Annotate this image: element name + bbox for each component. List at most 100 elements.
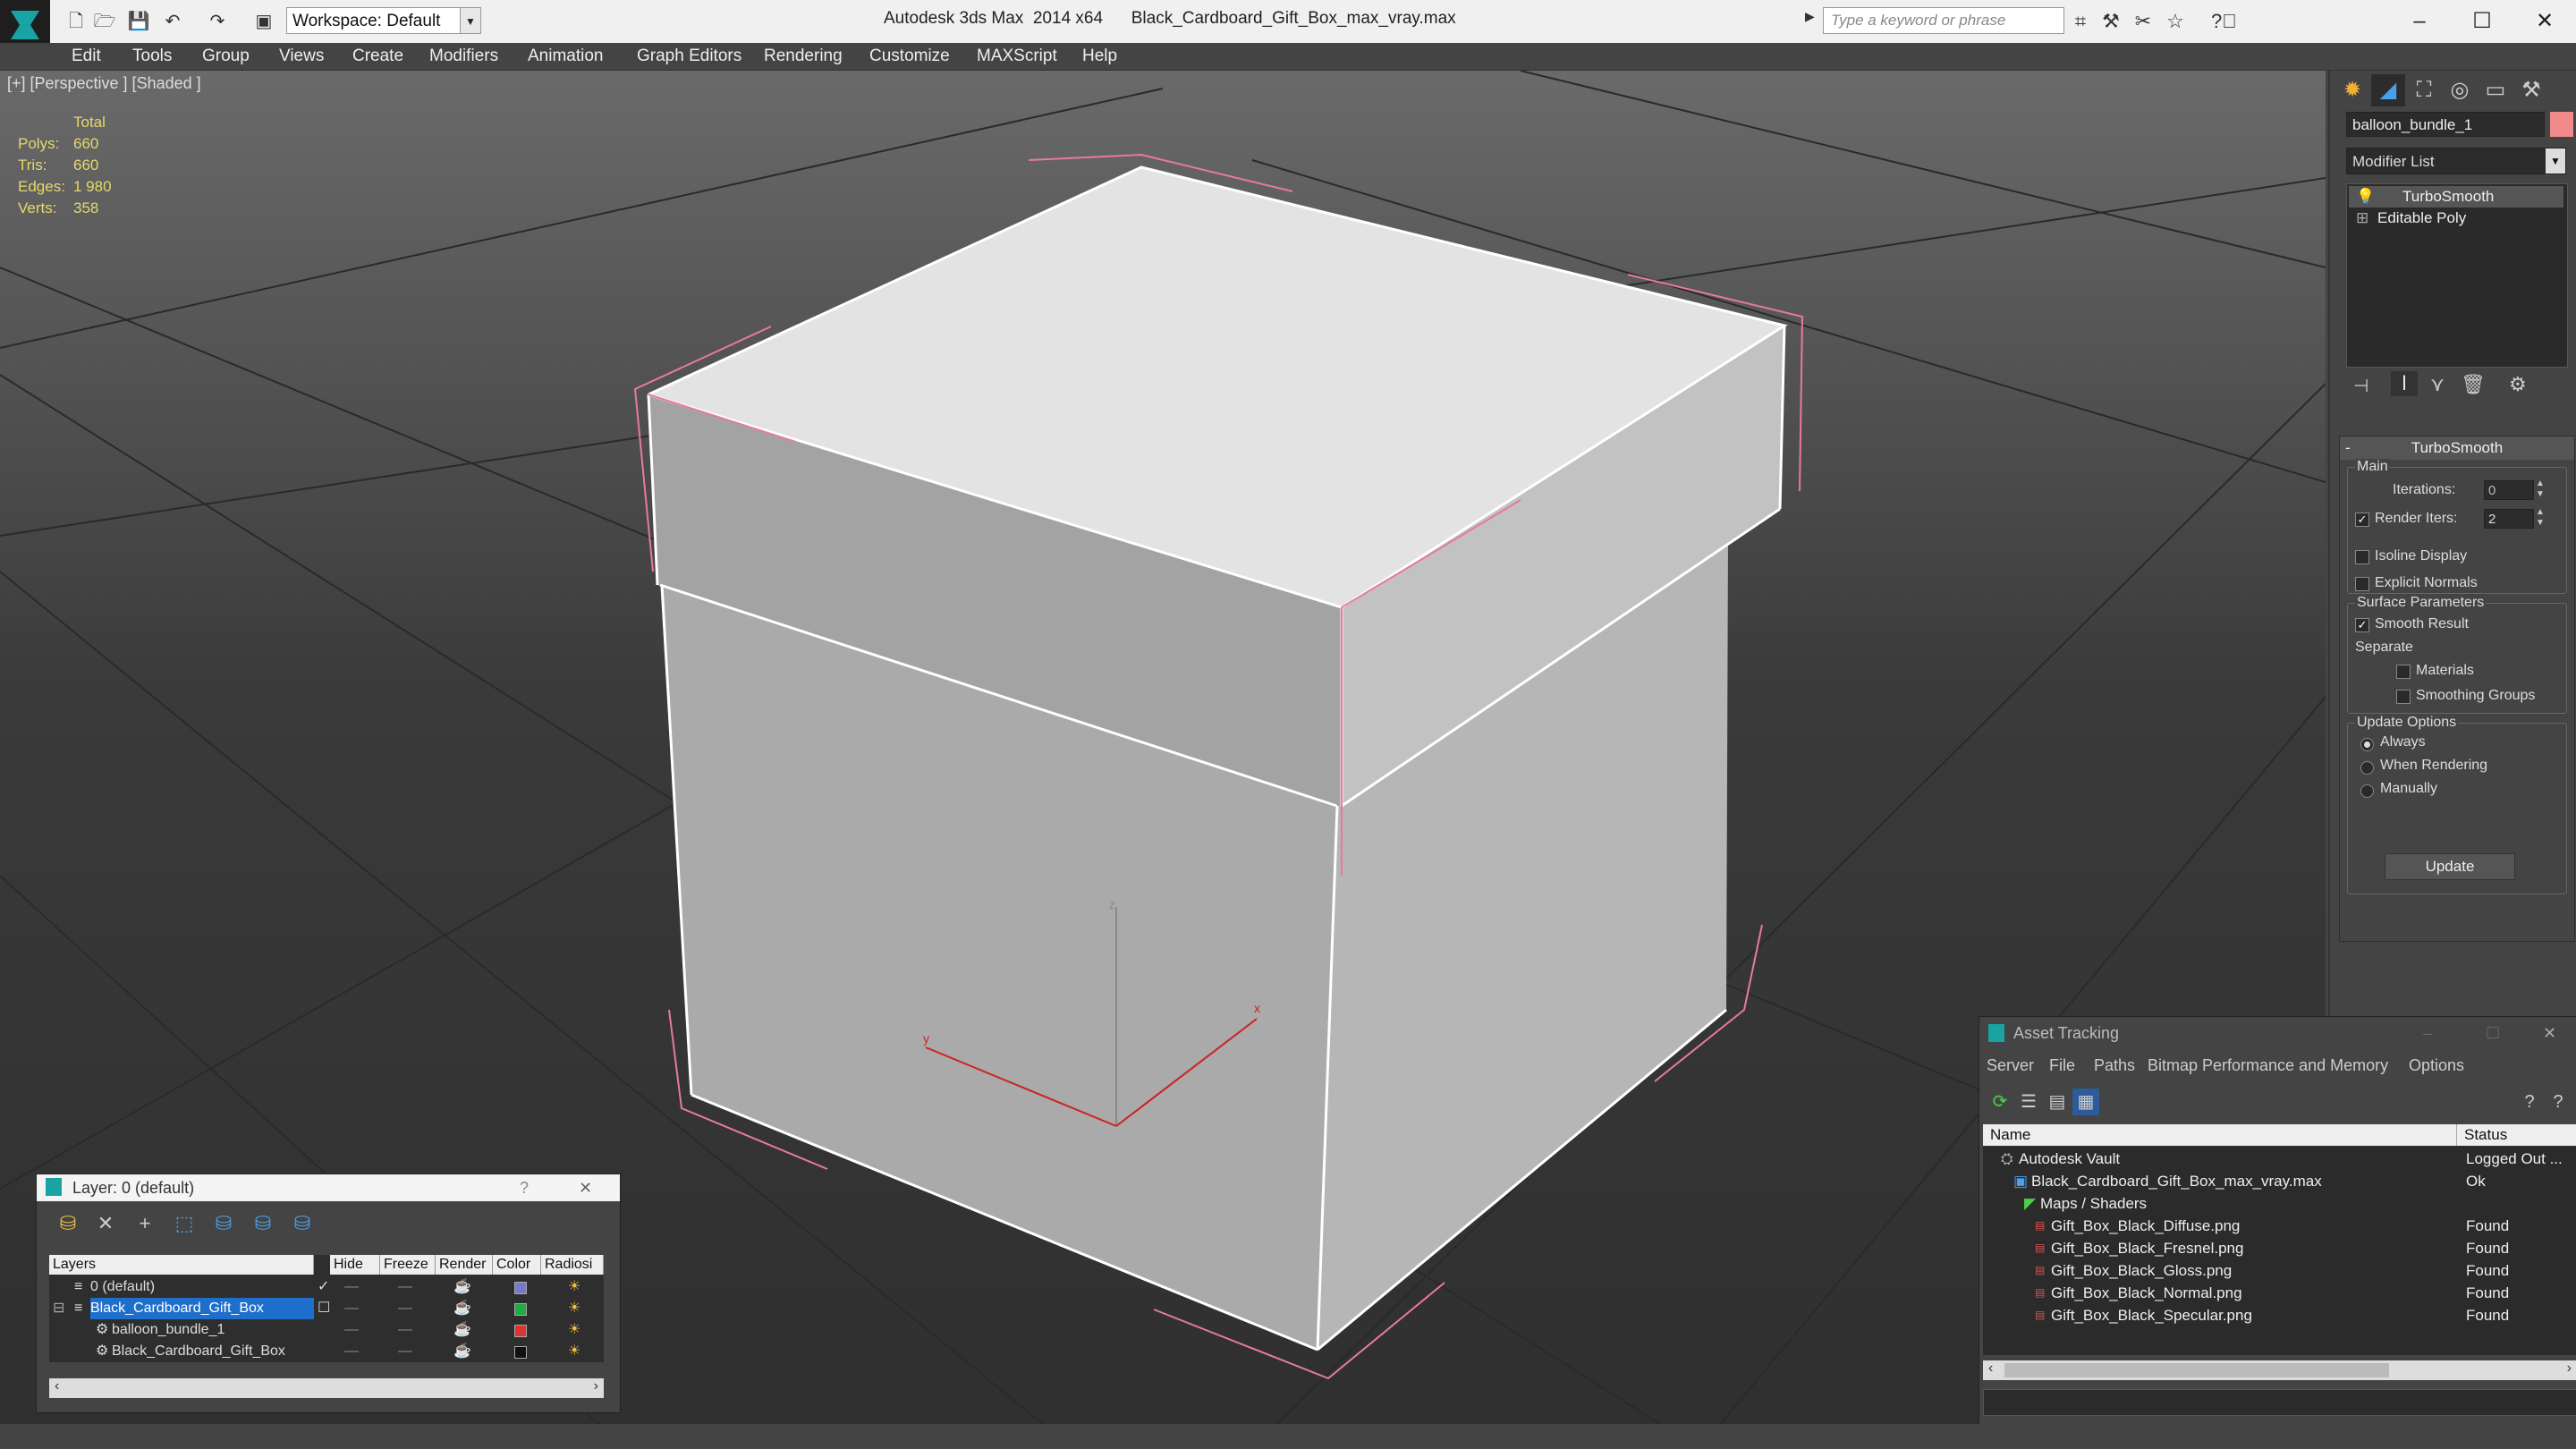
- maximize-button[interactable]: ☐: [2451, 4, 2513, 39]
- scroll-right-icon[interactable]: ›: [594, 1378, 598, 1394]
- expand-icon[interactable]: ⊞: [2356, 208, 2368, 229]
- layer-name[interactable]: 0 (default): [90, 1276, 155, 1298]
- col-name[interactable]: Name: [1983, 1124, 2457, 1146]
- delete-layer-icon[interactable]: ✕: [90, 1210, 121, 1237]
- scroll-left-icon[interactable]: ‹: [55, 1378, 59, 1394]
- close-icon[interactable]: ✕: [579, 1174, 592, 1201]
- menu-views[interactable]: Views: [279, 43, 324, 70]
- layer-row[interactable]: ≡ 0 (default) ✓ — — ☕ ☀: [49, 1276, 604, 1298]
- menu-maxscript[interactable]: MAXScript: [977, 43, 1057, 70]
- scroll-thumb[interactable]: [2004, 1363, 2389, 1377]
- close-button[interactable]: ✕: [2513, 4, 2576, 39]
- spinner-arrows-icon[interactable]: ▲ ▼: [2536, 479, 2545, 500]
- minimize-icon[interactable]: –: [2423, 1017, 2432, 1049]
- active-box-icon[interactable]: ☐: [318, 1298, 330, 1319]
- object-color-swatch[interactable]: [514, 1346, 527, 1359]
- stack-item-turbosmooth[interactable]: 💡 TurboSmooth: [2349, 186, 2563, 208]
- menu-tools[interactable]: Tools: [132, 43, 172, 70]
- display-tab-icon[interactable]: ▭: [2479, 74, 2512, 106]
- utilities-tab-icon[interactable]: ⚒: [2514, 74, 2548, 106]
- asset-tracking-titlebar[interactable]: Asset Tracking – ☐ ✕: [1979, 1017, 2576, 1049]
- menu-edit[interactable]: Edit: [72, 43, 101, 70]
- collapse-icon[interactable]: ⊟: [53, 1298, 64, 1319]
- layer-hscrollbar[interactable]: ‹ ›: [49, 1378, 604, 1398]
- remove-modifier-icon[interactable]: 🗑: [2461, 373, 2486, 396]
- asset-menu-file[interactable]: File: [2049, 1056, 2075, 1075]
- menu-customize[interactable]: Customize: [869, 43, 950, 70]
- render-teapot-icon[interactable]: ☕: [453, 1298, 471, 1319]
- render-iters-spinner[interactable]: 2: [2484, 509, 2534, 529]
- subscription-icon[interactable]: ⚒: [2098, 9, 2123, 34]
- freeze-all-layers-icon[interactable]: ⛁: [287, 1210, 318, 1237]
- freeze-toggle[interactable]: —: [398, 1319, 412, 1341]
- update-button[interactable]: Update: [2385, 853, 2515, 880]
- show-end-result-icon[interactable]: ⏽: [2391, 371, 2418, 396]
- binoculars-icon[interactable]: ⌗: [2068, 9, 2093, 34]
- create-tab-icon[interactable]: ✹: [2335, 74, 2369, 106]
- asset-menu-bitmap-performance[interactable]: Bitmap Performance and Memory: [2148, 1056, 2388, 1075]
- hide-toggle[interactable]: —: [344, 1341, 359, 1362]
- always-radio[interactable]: [2360, 738, 2374, 751]
- open-file-icon[interactable]: 🗁: [93, 11, 116, 32]
- freeze-toggle[interactable]: —: [398, 1298, 412, 1319]
- spinner-arrows-icon[interactable]: ▲ ▼: [2536, 507, 2545, 529]
- asset-row[interactable]: ▣ Black_Cardboard_Gift_Box_max_vray.max Ok: [1983, 1170, 2576, 1192]
- make-unique-icon[interactable]: ⋎: [2430, 373, 2445, 396]
- col-hide[interactable]: Hide: [330, 1255, 380, 1275]
- materials-checkbox[interactable]: [2396, 665, 2411, 679]
- asset-path-field[interactable]: [1983, 1389, 2576, 1416]
- project-folder-icon[interactable]: ▣: [252, 11, 275, 32]
- layer-name[interactable]: Black_Cardboard_Gift_Box: [90, 1298, 314, 1319]
- freeze-toggle[interactable]: —: [398, 1341, 412, 1362]
- table-view-icon[interactable]: ▦: [2072, 1089, 2099, 1115]
- gift-box-model[interactable]: [633, 153, 1804, 1380]
- asset-row[interactable]: ▤ Gift_Box_Black_Fresnel.png Found: [1983, 1237, 2576, 1259]
- col-radiosity[interactable]: Radiosi: [541, 1255, 604, 1275]
- help-icon[interactable]: ?⃝: [2211, 9, 2237, 34]
- asset-row[interactable]: ▤ Gift_Box_Black_Diffuse.png Found: [1983, 1215, 2576, 1237]
- select-in-layer-icon[interactable]: ⬚: [169, 1210, 199, 1237]
- refresh-icon[interactable]: ⟳: [1987, 1089, 2013, 1115]
- layer-row[interactable]: ⊟ ≡ Black_Cardboard_Gift_Box ☐ — — ☕ ☀: [49, 1298, 604, 1319]
- col-render[interactable]: Render: [436, 1255, 493, 1275]
- col-color[interactable]: Color: [493, 1255, 541, 1275]
- hide-toggle[interactable]: —: [344, 1298, 359, 1319]
- radiosity-icon[interactable]: ☀: [568, 1298, 580, 1319]
- object-name[interactable]: balloon_bundle_1: [112, 1319, 225, 1341]
- object-name-field[interactable]: balloon_bundle_1: [2346, 112, 2545, 137]
- menu-graph-editors[interactable]: Graph Editors: [637, 43, 741, 70]
- vault-help-icon[interactable]: ?: [2516, 1089, 2543, 1115]
- active-check-icon[interactable]: ✓: [318, 1276, 329, 1298]
- motion-tab-icon[interactable]: ◎: [2443, 74, 2477, 106]
- modifier-list-dropdown[interactable]: Modifier List ▼: [2346, 148, 2566, 174]
- workspace-dropdown-arrow[interactable]: ▼: [460, 7, 481, 34]
- object-name[interactable]: Black_Cardboard_Gift_Box: [112, 1341, 285, 1362]
- asset-menu-server[interactable]: Server: [1987, 1056, 2034, 1075]
- help-icon[interactable]: ?: [520, 1174, 529, 1201]
- save-file-icon[interactable]: 💾: [127, 11, 150, 32]
- smoothing-groups-checkbox[interactable]: [2396, 690, 2411, 704]
- menu-help[interactable]: Help: [1082, 43, 1117, 70]
- scroll-right-icon[interactable]: ›: [2567, 1360, 2572, 1377]
- radiosity-icon[interactable]: ☀: [568, 1276, 580, 1298]
- object-color-swatch[interactable]: [514, 1325, 527, 1337]
- radiosity-icon[interactable]: ☀: [568, 1319, 580, 1341]
- menu-modifiers[interactable]: Modifiers: [429, 43, 498, 70]
- hierarchy-tab-icon[interactable]: ⛶: [2407, 74, 2441, 106]
- layer-row[interactable]: ⚙ Black_Cardboard_Gift_Box — — ☕ ☀: [49, 1341, 604, 1362]
- layer-color-swatch[interactable]: [514, 1303, 527, 1316]
- workspace-select[interactable]: Workspace: Default ▼: [286, 7, 478, 34]
- add-to-layer-icon[interactable]: +: [130, 1210, 160, 1237]
- col-status[interactable]: Status: [2457, 1124, 2576, 1146]
- layer-color-swatch[interactable]: [514, 1282, 527, 1294]
- configure-modifier-sets-icon[interactable]: ⚙: [2509, 373, 2527, 396]
- minimize-button[interactable]: –: [2388, 4, 2451, 39]
- menu-animation[interactable]: Animation: [528, 43, 604, 70]
- col-freeze[interactable]: Freeze: [380, 1255, 436, 1275]
- thumbnail-view-icon[interactable]: ▤: [2044, 1089, 2071, 1115]
- lightbulb-icon[interactable]: 💡: [2356, 186, 2375, 208]
- create-layer-icon[interactable]: ⛁: [53, 1210, 83, 1237]
- isoline-display-checkbox[interactable]: [2355, 550, 2369, 564]
- render-iters-checkbox[interactable]: ✓: [2355, 513, 2369, 527]
- pin-stack-icon[interactable]: ⊣: [2353, 375, 2368, 397]
